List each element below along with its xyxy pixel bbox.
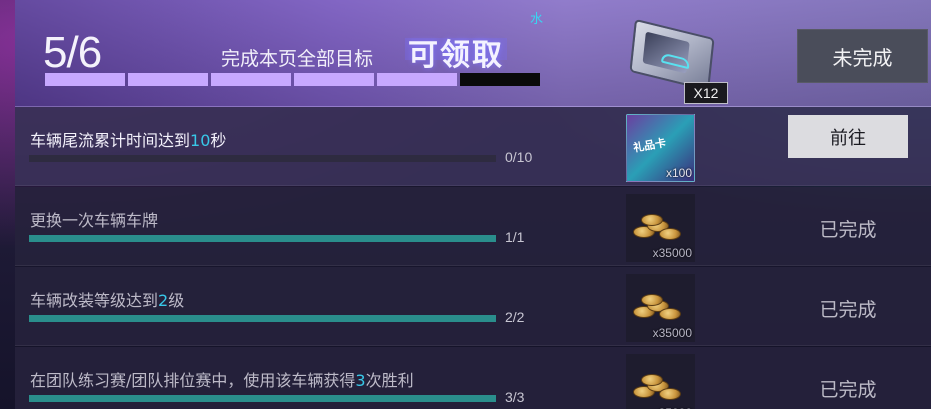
task-reward[interactable]: x35000 [626, 354, 695, 409]
task-progress-count: 0/10 [505, 149, 533, 165]
page-reward-qty: X12 [684, 82, 728, 104]
task-row: 更换一次车辆车牌 1/1 x35000 已完成 [15, 187, 931, 266]
completed-label: 已完成 [819, 219, 877, 241]
task-description: 更换一次车辆车牌 [30, 211, 159, 230]
page-reward[interactable]: X12 [628, 18, 728, 104]
watermark-text: 水 [530, 12, 544, 27]
task-row: 车辆尾流累计时间达到10秒 0/10 礼品卡 x100 前往 [15, 107, 931, 186]
task-reward[interactable]: x35000 [626, 274, 695, 342]
page-header: 5/6 完成本页全部目标 可领取 水 X12 未完成 [15, 0, 931, 107]
task-row: 车辆改装等级达到2级 2/2 x35000 已完成 [15, 267, 931, 346]
task-row: 在团队练习赛/团队排位赛中，使用该车辆获得3次胜利 3/3 x35000 已完成 [15, 347, 931, 409]
car-skin-box-icon [629, 18, 715, 92]
task-reward[interactable]: 礼品卡 x100 [626, 114, 695, 182]
task-progress-bar [29, 395, 496, 402]
task-description: 车辆尾流累计时间达到10秒 [30, 131, 227, 150]
progress-segment [377, 73, 457, 86]
go-button[interactable]: 前往 [788, 115, 908, 158]
task-reward[interactable]: x35000 [626, 194, 695, 262]
coins-icon [633, 292, 683, 322]
task-description: 车辆改装等级达到2级 [30, 291, 185, 310]
completed-label: 已完成 [819, 379, 877, 401]
completed-label: 已完成 [819, 299, 877, 321]
page-status-button[interactable]: 未完成 [797, 29, 928, 83]
coins-icon [633, 212, 683, 242]
progress-segment [128, 73, 208, 86]
task-reward-qty: x100 [665, 166, 692, 180]
task-progress-bar [29, 235, 496, 242]
task-progress-bar [29, 155, 496, 162]
task-progress-count: 1/1 [505, 229, 525, 245]
task-progress-count: 3/3 [505, 389, 525, 405]
task-progress-count: 2/2 [505, 309, 525, 325]
claimable-text: 可领取 [405, 30, 507, 74]
page-progress-segments [45, 73, 540, 86]
task-reward-qty: x35000 [652, 326, 692, 340]
task-reward-qty: x35000 [652, 246, 692, 260]
page-progress-fraction: 5/6 [43, 28, 102, 77]
task-description: 在团队练习赛/团队排位赛中，使用该车辆获得3次胜利 [30, 371, 414, 390]
progress-segment [294, 73, 374, 86]
progress-segment [460, 73, 540, 86]
task-progress-bar [29, 315, 496, 322]
progress-segment [211, 73, 291, 86]
progress-segment [45, 73, 125, 86]
coins-icon [633, 372, 683, 402]
page-objective-text: 完成本页全部目标 [221, 48, 374, 70]
